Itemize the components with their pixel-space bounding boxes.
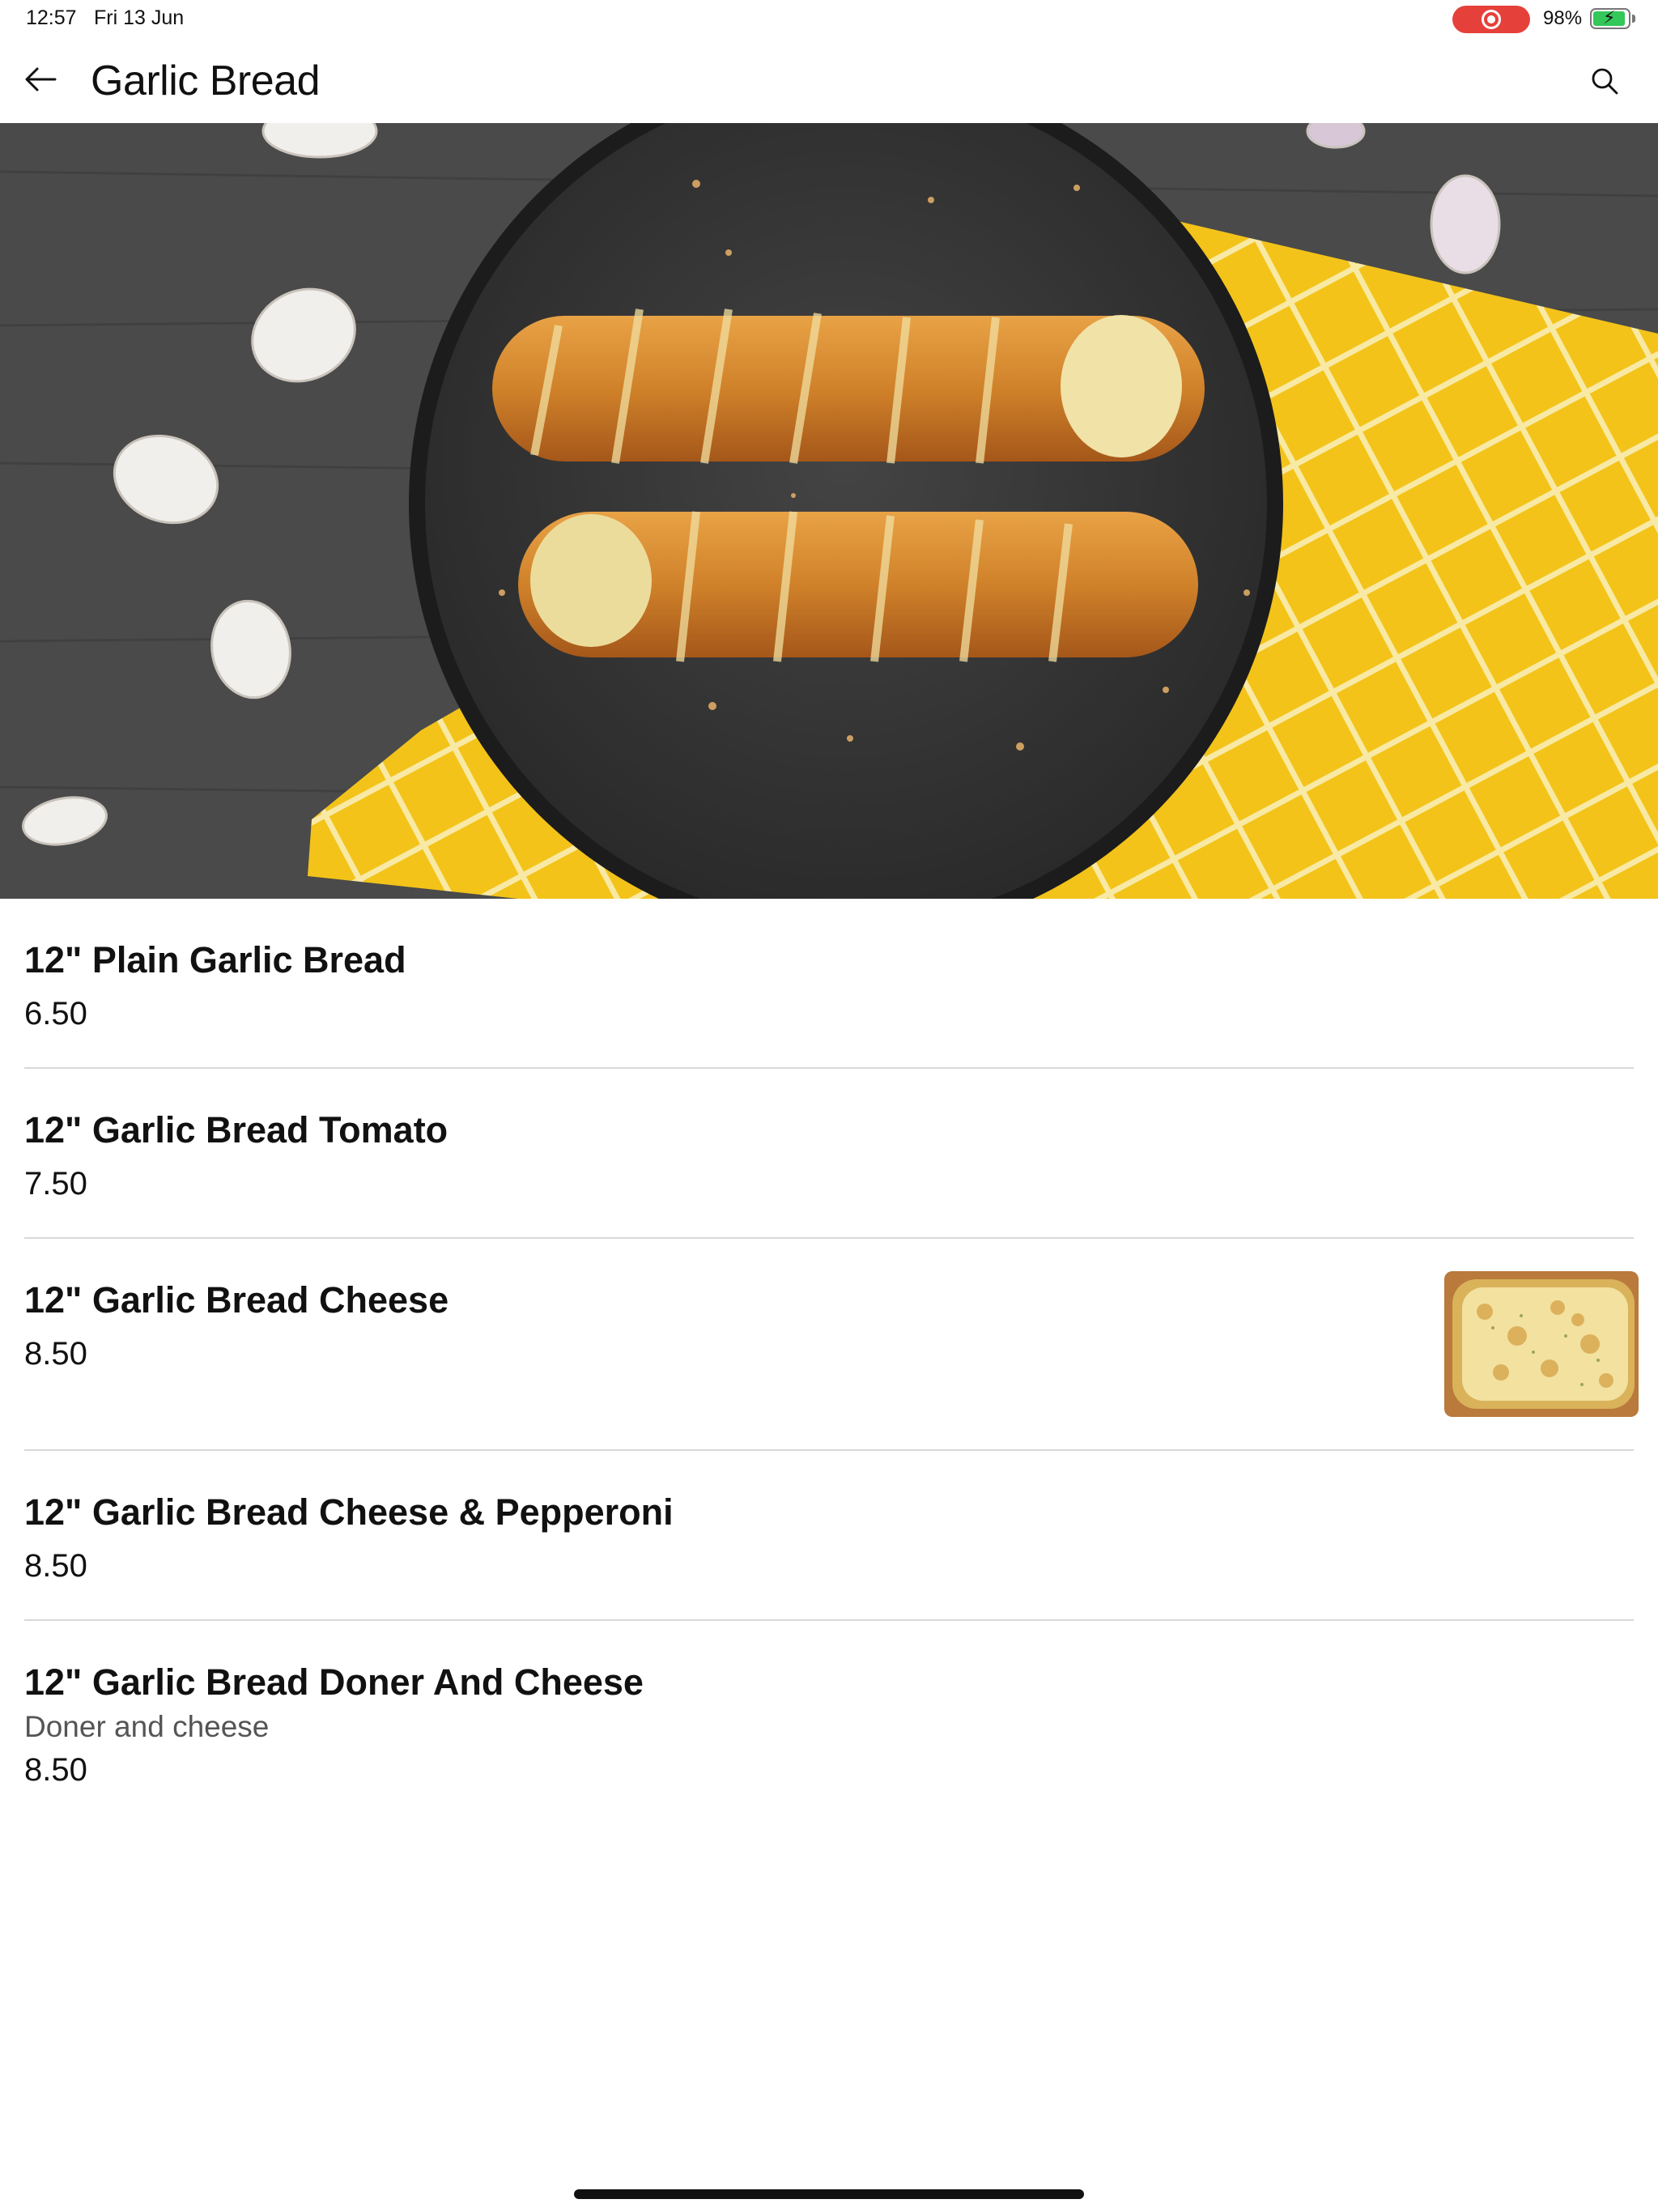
search-icon [1592,68,1618,95]
battery-nub [1632,15,1635,23]
status-time: 12:57 [26,6,77,29]
item-name: 12" Garlic Bread Doner And Cheese [24,1661,644,1703]
item-price: 8.50 [24,1548,87,1584]
record-dot [1487,15,1495,23]
item-price: 7.50 [24,1166,87,1202]
item-price: 8.50 [24,1752,87,1788]
charging-bolt-icon: ⚡ [1603,7,1616,28]
battery-percentage: 98% [1543,7,1583,29]
screen: 12:57 Fri 13 Jun 98% ⚡ Garlic Bread 12" … [0,0,1658,2212]
search-button[interactable] [1585,62,1624,100]
item-thumbnail [1444,1271,1639,1417]
cheese-garlic-bread-photo [1444,1271,1639,1417]
menu-item[interactable]: 12" Garlic Bread Doner And Cheese Doner … [24,1621,1634,1831]
menu-item[interactable]: 12" Plain Garlic Bread 6.50 [24,899,1634,1069]
menu-item[interactable]: 12" Garlic Bread Tomato 7.50 [24,1069,1634,1239]
status-date: Fri 13 Jun [94,6,185,29]
item-name: 12" Plain Garlic Bread [24,939,406,981]
item-name: 12" Garlic Bread Tomato [24,1109,449,1151]
menu-item[interactable]: 12" Garlic Bread Cheese & Pepperoni 8.50 [24,1451,1634,1621]
garlic-bread-photo [0,123,1658,899]
home-indicator[interactable] [574,2189,1084,2199]
item-description: Doner and cheese [24,1710,270,1743]
screen-recording-indicator[interactable] [1452,6,1530,33]
menu-item[interactable]: 12" Garlic Bread Cheese 8.50 [24,1239,1639,1451]
menu-item-list: 12" Plain Garlic Bread 6.50 12" Garlic B… [0,899,1658,1831]
page-title: Garlic Bread [91,57,321,104]
item-name: 12" Garlic Bread Cheese & Pepperoni [24,1491,674,1533]
item-price: 8.50 [24,1336,87,1372]
arrow-left-icon [25,67,57,91]
back-button[interactable] [18,60,63,99]
app-header: Garlic Bread [0,37,1658,123]
battery-icon: ⚡ [1590,7,1630,29]
status-bar: 12:57 Fri 13 Jun 98% ⚡ [0,0,1658,37]
item-price: 6.50 [24,996,87,1032]
category-hero-image [0,123,1658,899]
item-name: 12" Garlic Bread Cheese [24,1279,449,1321]
